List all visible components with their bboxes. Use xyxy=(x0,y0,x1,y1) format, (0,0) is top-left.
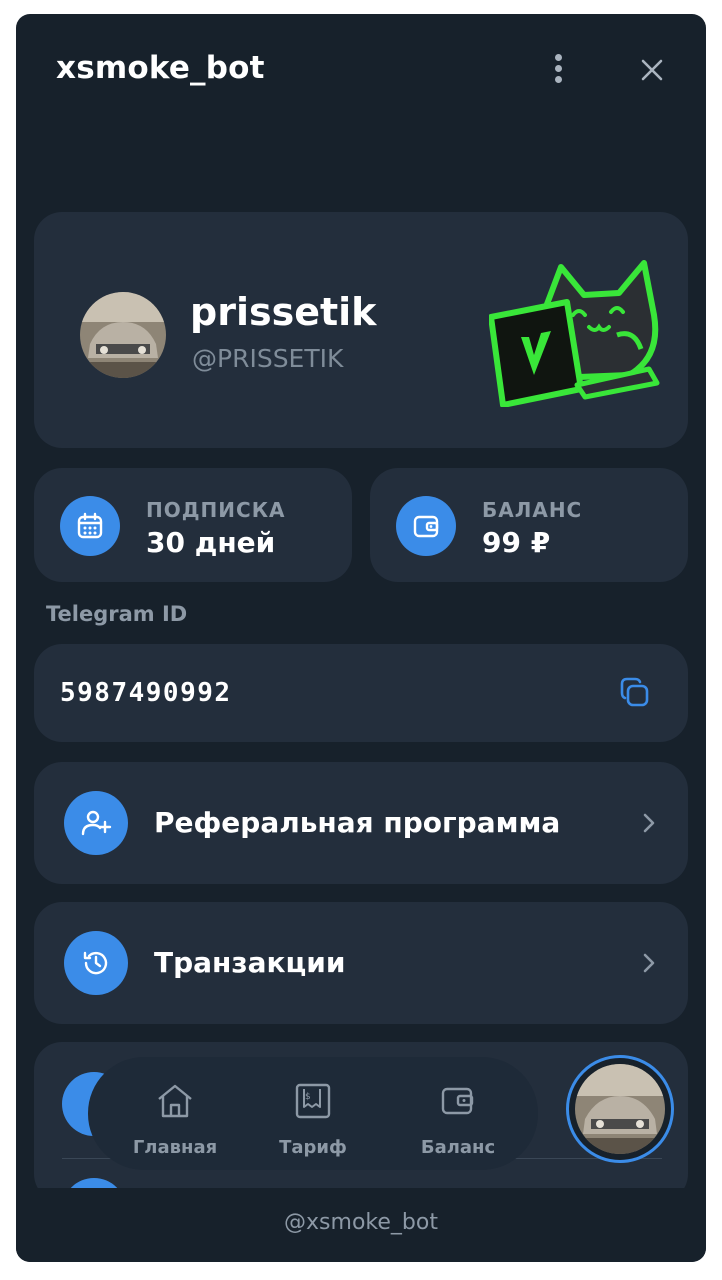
bot-username-footer: @xsmoke_bot xyxy=(284,1210,438,1235)
svg-text:$: $ xyxy=(305,1092,311,1102)
balance-label: БАЛАНС xyxy=(482,498,583,522)
nav-home-label: Главная xyxy=(132,1137,218,1158)
add-user-icon xyxy=(64,791,128,855)
balance-card[interactable]: БАЛАНС 99 ₽ xyxy=(370,468,688,582)
title-bar: xsmoke_bot xyxy=(16,14,706,124)
chevron-right-icon xyxy=(643,953,655,973)
profile-handle: @PRISSETIK xyxy=(192,344,344,373)
subscription-label: ПОДПИСКА xyxy=(146,498,286,522)
bottom-navigation: Главная $ Тариф Баланс xyxy=(88,1057,538,1170)
nav-balance-label: Баланс xyxy=(420,1137,496,1158)
receipt-icon: $ xyxy=(295,1083,331,1119)
referral-program-label: Реферальная программа xyxy=(154,806,561,839)
footer-bar: @xsmoke_bot xyxy=(16,1188,706,1262)
window-title: xsmoke_bot xyxy=(56,50,265,86)
telegram-id-value: 5987490992 xyxy=(60,678,232,708)
cat-laptop-mascot-icon xyxy=(489,260,660,407)
referral-program-row[interactable]: Реферальная программа xyxy=(34,762,688,884)
telegram-id-card: 5987490992 xyxy=(34,644,688,742)
home-icon xyxy=(158,1084,192,1118)
dot-icon xyxy=(555,76,562,83)
mini-app-window: xsmoke_bot prissetik @PRISSETIK ПОДПИСКА… xyxy=(16,14,706,1262)
history-icon xyxy=(64,931,128,995)
avatar xyxy=(575,1064,665,1154)
subscription-card[interactable]: ПОДПИСКА 30 дней xyxy=(34,468,352,582)
copy-icon[interactable] xyxy=(618,676,652,710)
subscription-value: 30 дней xyxy=(146,526,276,559)
more-menu-button[interactable] xyxy=(546,52,570,86)
calendar-icon xyxy=(60,496,120,556)
nav-tariff-label: Тариф xyxy=(279,1137,347,1158)
profile-avatar-button[interactable] xyxy=(566,1055,674,1163)
transactions-label: Транзакции xyxy=(154,946,346,979)
chevron-right-icon xyxy=(643,813,655,833)
telegram-id-label: Telegram ID xyxy=(46,602,188,626)
profile-card: prissetik @PRISSETIK xyxy=(34,212,688,448)
wallet-icon xyxy=(396,496,456,556)
transactions-row[interactable]: Транзакции xyxy=(34,902,688,1024)
dot-icon xyxy=(555,54,562,61)
dot-icon xyxy=(555,65,562,72)
balance-value: 99 ₽ xyxy=(482,526,551,559)
profile-name: prissetik xyxy=(190,290,377,334)
close-icon[interactable] xyxy=(636,54,668,86)
nav-balance[interactable]: Баланс xyxy=(398,1057,518,1170)
nav-home[interactable]: Главная xyxy=(115,1057,235,1170)
nav-tariff[interactable]: $ Тариф xyxy=(253,1057,373,1170)
avatar[interactable] xyxy=(80,292,166,378)
wallet-icon xyxy=(441,1087,474,1115)
